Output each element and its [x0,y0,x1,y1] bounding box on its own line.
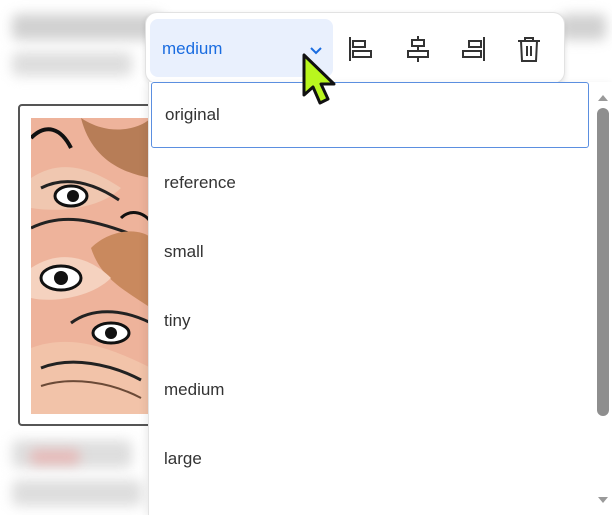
background-text-line [12,52,132,76]
background-text-line [560,14,606,40]
dropdown-option-medium[interactable]: medium [151,358,589,424]
image-toolbar: medium [145,12,565,84]
align-center-icon [407,36,429,62]
option-label: small [164,242,204,261]
align-left-button[interactable] [346,33,378,65]
background-text-line [12,480,142,506]
option-label: original [165,105,220,124]
artwork-image [31,118,151,414]
trash-icon [518,37,540,62]
scroll-up-arrow-icon[interactable] [598,88,608,106]
delete-button[interactable] [513,33,545,65]
size-select-value: medium [162,39,223,58]
option-label: medium [164,380,225,399]
option-label: large [164,449,202,468]
background-text-line [30,450,80,464]
dropdown-option-original[interactable]: original [151,82,589,148]
dropdown-option-small[interactable]: small [151,220,589,286]
scroll-down-arrow-icon[interactable] [598,491,608,509]
image-preview[interactable] [18,104,164,426]
dropdown-option-reference[interactable]: reference [151,151,589,217]
size-dropdown-list: original reference small tiny medium lar… [148,82,612,515]
background-text-line [12,14,162,40]
align-right-icon [462,37,485,61]
dropdown-option-tiny[interactable]: tiny [151,289,589,355]
align-right-button[interactable] [456,33,488,65]
option-label: reference [164,173,236,192]
option-label: tiny [164,311,191,330]
dropdown-option-large[interactable]: large [151,427,589,493]
scrollbar-thumb[interactable] [597,108,609,416]
chevron-down-icon [310,42,322,60]
size-select[interactable]: medium [150,19,333,77]
align-left-icon [349,37,372,61]
align-center-button[interactable] [402,33,434,65]
